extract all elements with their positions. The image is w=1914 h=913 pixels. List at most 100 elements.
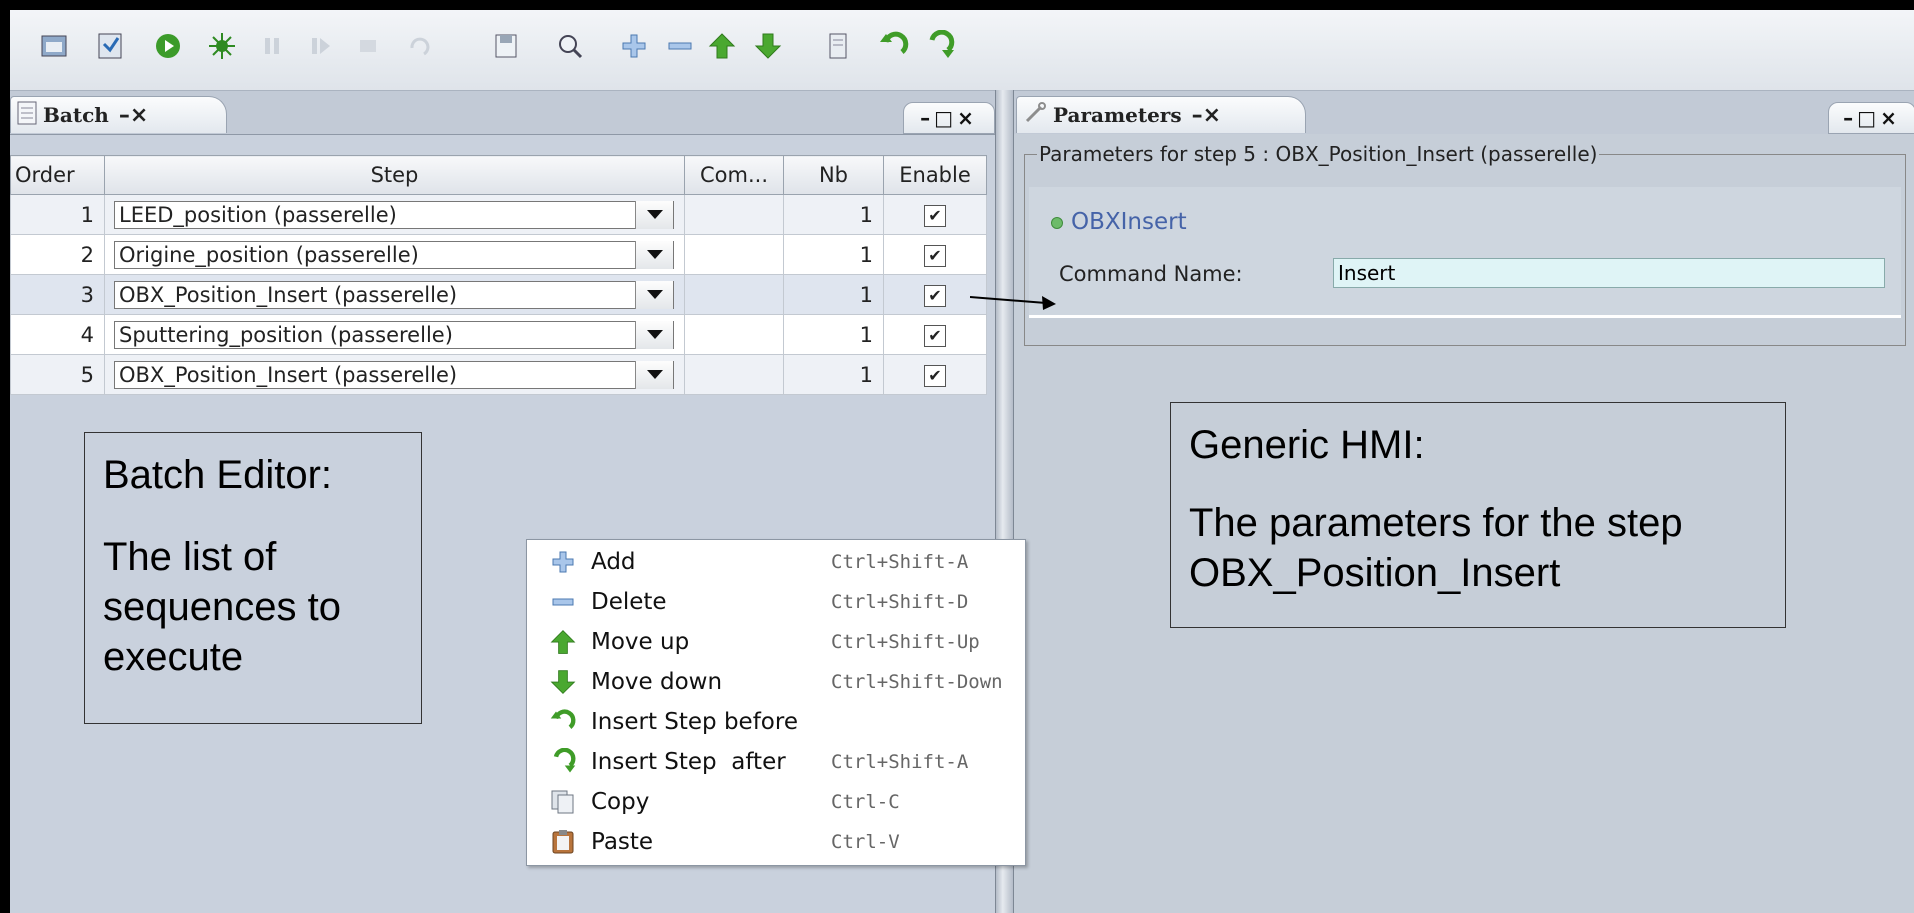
step-select[interactable]: OBX_Position_Insert (passerelle) [114, 360, 674, 389]
col-enable-header[interactable]: Enable [883, 155, 987, 195]
dropdown-arrow-icon[interactable] [635, 240, 673, 269]
add-icon [549, 548, 577, 576]
menu-item-move-up[interactable]: Move up Ctrl+Shift-Up [527, 622, 1025, 662]
dropdown-arrow-icon[interactable] [635, 360, 673, 389]
batch-window-controls[interactable]: –□× [903, 102, 995, 134]
connector-arrow-icon [970, 296, 1056, 310]
status-dot-icon [1051, 216, 1063, 229]
enable-checkbox[interactable]: ✔ [924, 365, 946, 387]
insert-before-icon[interactable] [876, 28, 912, 64]
menu-item-label: Insert Step after [591, 749, 786, 775]
parameters-group-label: Parameters for step 5 : OBX_Position_Ins… [1037, 142, 1600, 166]
table-header: Order Step Com... Nb Enable [10, 155, 987, 195]
row-comment[interactable] [684, 194, 784, 235]
row-order: 4 [10, 314, 105, 355]
tab-parameters[interactable]: Parameters –× [1016, 96, 1306, 133]
tab-batch[interactable]: Batch –× [10, 96, 227, 133]
main-toolbar [10, 10, 1914, 91]
menu-item-move-down[interactable]: Move down Ctrl+Shift-Down [527, 662, 1025, 702]
row-order: 5 [10, 354, 105, 395]
menu-item-add[interactable]: Add Ctrl+Shift-A [527, 542, 1025, 582]
row-comment[interactable] [684, 274, 784, 315]
col-step-header[interactable]: Step [104, 155, 685, 195]
callout-title: Generic HMI: [1189, 423, 1425, 467]
table-row[interactable]: 3 OBX_Position_Insert (passerelle) 1 ✔ [10, 274, 987, 315]
step-select[interactable]: LEED_position (passerelle) [114, 200, 674, 229]
menu-item-copy[interactable]: Copy Ctrl-C [527, 782, 1025, 822]
enable-checkbox[interactable]: ✔ [924, 205, 946, 227]
component-title: OBXInsert [1051, 209, 1187, 235]
paste-icon [549, 828, 577, 856]
row-nb[interactable]: 1 [783, 194, 884, 235]
menu-item-shortcut: Ctrl+Shift-Down [831, 671, 1003, 693]
table-row[interactable]: 4 Sputtering_position (passerelle) 1 ✔ [10, 314, 987, 355]
menu-item-label: Copy [591, 789, 650, 815]
delete-icon [549, 588, 577, 616]
row-nb[interactable]: 1 [783, 354, 884, 395]
save-batch-icon[interactable] [92, 28, 128, 64]
dropdown-arrow-icon[interactable] [635, 200, 673, 229]
callout-body: The parameters for the step OBX_Position… [1189, 501, 1683, 595]
menu-item-shortcut: Ctrl-V [831, 831, 900, 853]
command-name-input[interactable] [1333, 258, 1885, 288]
move-up-icon[interactable] [704, 28, 740, 64]
enable-checkbox[interactable]: ✔ [924, 285, 946, 307]
step-select-value: OBX_Position_Insert (passerelle) [119, 282, 458, 307]
step-select-value: LEED_position (passerelle) [119, 202, 397, 227]
tab-batch-controls[interactable]: –× [119, 103, 148, 128]
menu-item-label: Move down [591, 669, 723, 695]
row-nb[interactable]: 1 [783, 314, 884, 355]
steps-table: Order Step Com... Nb Enable 1 LEED_posit… [10, 155, 987, 395]
menu-item-shortcut: Ctrl+Shift-D [831, 591, 969, 613]
step-icon [302, 28, 338, 64]
col-order-header[interactable]: Order [10, 155, 105, 195]
menu-item-delete[interactable]: Delete Ctrl+Shift-D [527, 582, 1025, 622]
menu-item-insert-before[interactable]: Insert Step before [527, 702, 1025, 742]
enable-checkbox[interactable]: ✔ [924, 325, 946, 347]
table-row[interactable]: 2 Origine_position (passerelle) 1 ✔ [10, 234, 987, 275]
step-select[interactable]: Sputtering_position (passerelle) [114, 320, 674, 349]
row-comment[interactable] [684, 354, 784, 395]
row-order: 2 [10, 234, 105, 275]
menu-item-label: Paste [591, 829, 654, 855]
step-select[interactable]: OBX_Position_Insert (passerelle) [114, 280, 674, 309]
command-name-label: Command Name: [1059, 262, 1243, 286]
add-icon[interactable] [616, 28, 652, 64]
col-nb-header[interactable]: Nb [783, 155, 884, 195]
stop-icon [350, 28, 386, 64]
menu-item-paste[interactable]: Paste Ctrl-V [527, 822, 1025, 862]
row-nb[interactable]: 1 [783, 274, 884, 315]
parameters-window-controls[interactable]: –□× [1828, 102, 1914, 134]
tab-parameters-controls[interactable]: –× [1192, 103, 1221, 128]
menu-item-insert-after[interactable]: Insert Step after Ctrl+Shift-A [527, 742, 1025, 782]
script-icon[interactable] [820, 28, 856, 64]
dropdown-arrow-icon[interactable] [635, 320, 673, 349]
dropdown-arrow-icon[interactable] [635, 280, 673, 309]
debug-icon[interactable] [204, 28, 240, 64]
move-down-icon[interactable] [750, 28, 786, 64]
insert-after-icon[interactable] [922, 28, 958, 64]
pause-icon [254, 28, 290, 64]
open-icon[interactable] [36, 28, 72, 64]
row-comment[interactable] [684, 314, 784, 355]
row-nb[interactable]: 1 [783, 234, 884, 275]
save-icon[interactable] [488, 28, 524, 64]
row-comment[interactable] [684, 234, 784, 275]
run-icon[interactable] [150, 28, 186, 64]
menu-item-shortcut: Ctrl+Shift-Up [831, 631, 980, 653]
remove-icon[interactable] [662, 28, 698, 64]
menu-item-shortcut: Ctrl+Shift-A [831, 751, 969, 773]
insert-after-icon [549, 748, 577, 776]
inspect-icon[interactable] [552, 28, 588, 64]
col-comment-header[interactable]: Com... [684, 155, 784, 195]
enable-checkbox[interactable]: ✔ [924, 245, 946, 267]
table-row[interactable]: 1 LEED_position (passerelle) 1 ✔ [10, 194, 987, 235]
step-select[interactable]: Origine_position (passerelle) [114, 240, 674, 269]
callout-title: Batch Editor: [103, 453, 333, 497]
menu-item-label: Add [591, 549, 636, 575]
tools-icon [1023, 101, 1047, 130]
table-row[interactable]: 5 OBX_Position_Insert (passerelle) 1 ✔ [10, 354, 987, 395]
parameters-group: Parameters for step 5 : OBX_Position_Ins… [1024, 142, 1906, 346]
move-up-icon [549, 628, 577, 656]
tab-batch-label: Batch [43, 103, 109, 127]
